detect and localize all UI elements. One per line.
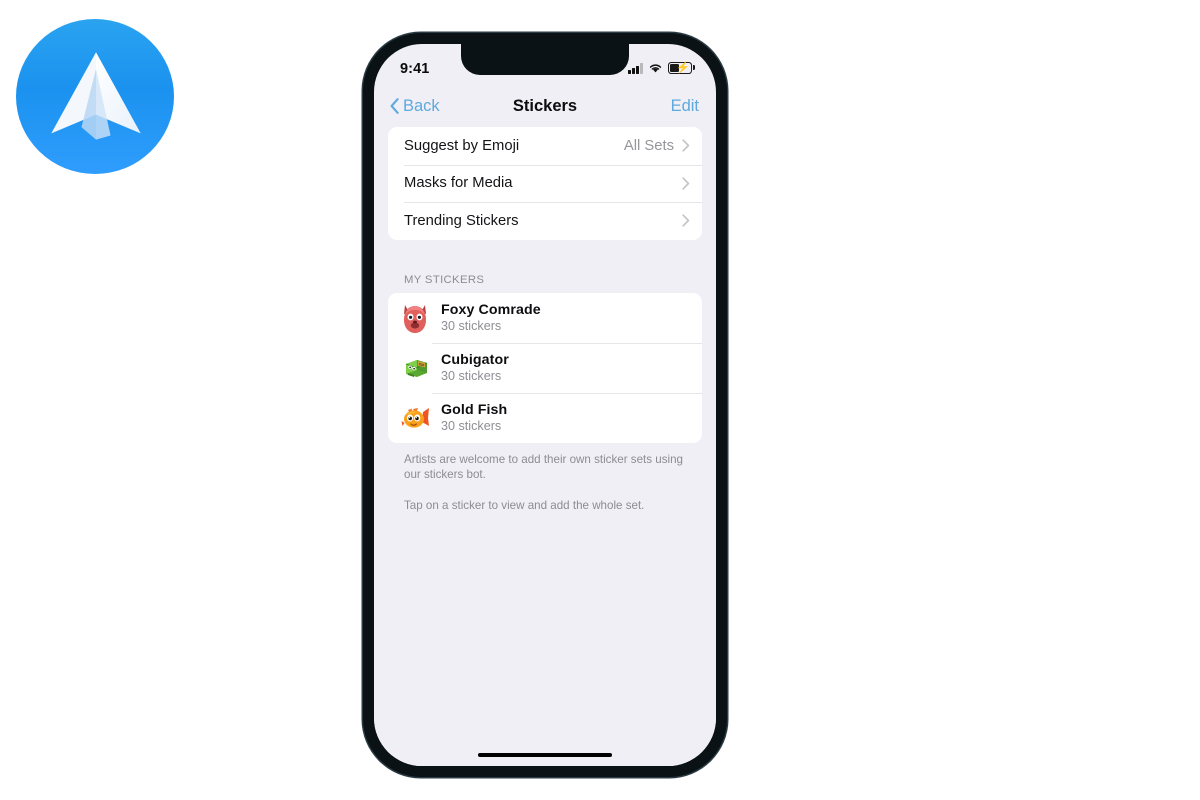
row-accessory [674, 177, 690, 190]
status-icons: ⚡ [628, 62, 695, 75]
cube-alligator-sticker-icon [400, 351, 430, 385]
paper-plane-icon [42, 44, 148, 150]
sticker-pack-name: Gold Fish [441, 402, 508, 418]
fox-face-sticker-icon [400, 301, 430, 335]
sticker-pack-row-cubigator[interactable]: Cubigator 30 stickers [388, 342, 702, 393]
goldfish-sticker-icon [400, 401, 430, 435]
wifi-icon [648, 62, 663, 74]
back-button-label: Back [403, 96, 440, 115]
settings-content: Suggest by Emoji All Sets Masks for Medi… [374, 127, 716, 766]
telegram-app-logo [16, 19, 174, 174]
home-indicator[interactable] [478, 752, 612, 757]
my-stickers-card: Foxy Comrade 30 stickers Cubigator 30 st… [388, 292, 702, 443]
row-accessory [674, 214, 690, 227]
row-trending-stickers[interactable]: Trending Stickers [388, 202, 702, 240]
phone-notch [461, 44, 629, 75]
sticker-pack-count: 30 stickers [441, 319, 502, 333]
status-time: 9:41 [400, 60, 430, 77]
sticker-pack-count: 30 stickers [441, 419, 502, 433]
chevron-right-icon [682, 139, 690, 152]
footnote-artists: Artists are welcome to add their own sti… [404, 452, 684, 481]
cellular-signal-icon [628, 63, 643, 74]
chevron-right-icon [682, 177, 690, 190]
settings-card: Suggest by Emoji All Sets Masks for Medi… [388, 127, 702, 240]
row-label: Suggest by Emoji [404, 137, 520, 154]
phone-screen: 9:41 ⚡ Back Stickers Edit Suggest by Emo… [374, 44, 716, 766]
navigation-bar: Back Stickers Edit [374, 85, 716, 127]
row-suggest-by-emoji[interactable]: Suggest by Emoji All Sets [388, 127, 702, 165]
section-header-my-stickers: MY STICKERS [404, 273, 485, 286]
sticker-pack-name: Foxy Comrade [441, 302, 541, 318]
chevron-right-icon [682, 214, 690, 227]
row-value: All Sets [623, 137, 674, 154]
row-label: Masks for Media [404, 175, 513, 192]
sticker-pack-row-gold-fish[interactable]: Gold Fish 30 stickers [388, 392, 702, 443]
row-accessory: All Sets [624, 138, 690, 154]
screenshot-root: 9:41 ⚡ Back Stickers Edit Suggest by Emo… [0, 0, 1200, 800]
battery-charging-icon: ⚡ [668, 62, 695, 74]
sticker-pack-text: Cubigator 30 stickers [441, 352, 509, 383]
iphone-device-frame: 9:41 ⚡ Back Stickers Edit Suggest by Emo… [363, 33, 727, 777]
sticker-pack-text: Foxy Comrade 30 stickers [441, 302, 541, 333]
row-label: Trending Stickers [404, 212, 519, 229]
footnote-tap-sticker: Tap on a sticker to view and add the who… [404, 499, 645, 513]
sticker-pack-text: Gold Fish 30 stickers [441, 402, 507, 433]
back-button[interactable]: Back [390, 97, 440, 116]
edit-button[interactable]: Edit [671, 97, 699, 116]
sticker-pack-count: 30 stickers [441, 369, 502, 383]
sticker-pack-row-foxy-comrade[interactable]: Foxy Comrade 30 stickers [388, 293, 702, 343]
row-masks-for-media[interactable]: Masks for Media [388, 164, 702, 203]
chevron-left-icon [390, 98, 399, 114]
sticker-pack-name: Cubigator [441, 352, 509, 368]
